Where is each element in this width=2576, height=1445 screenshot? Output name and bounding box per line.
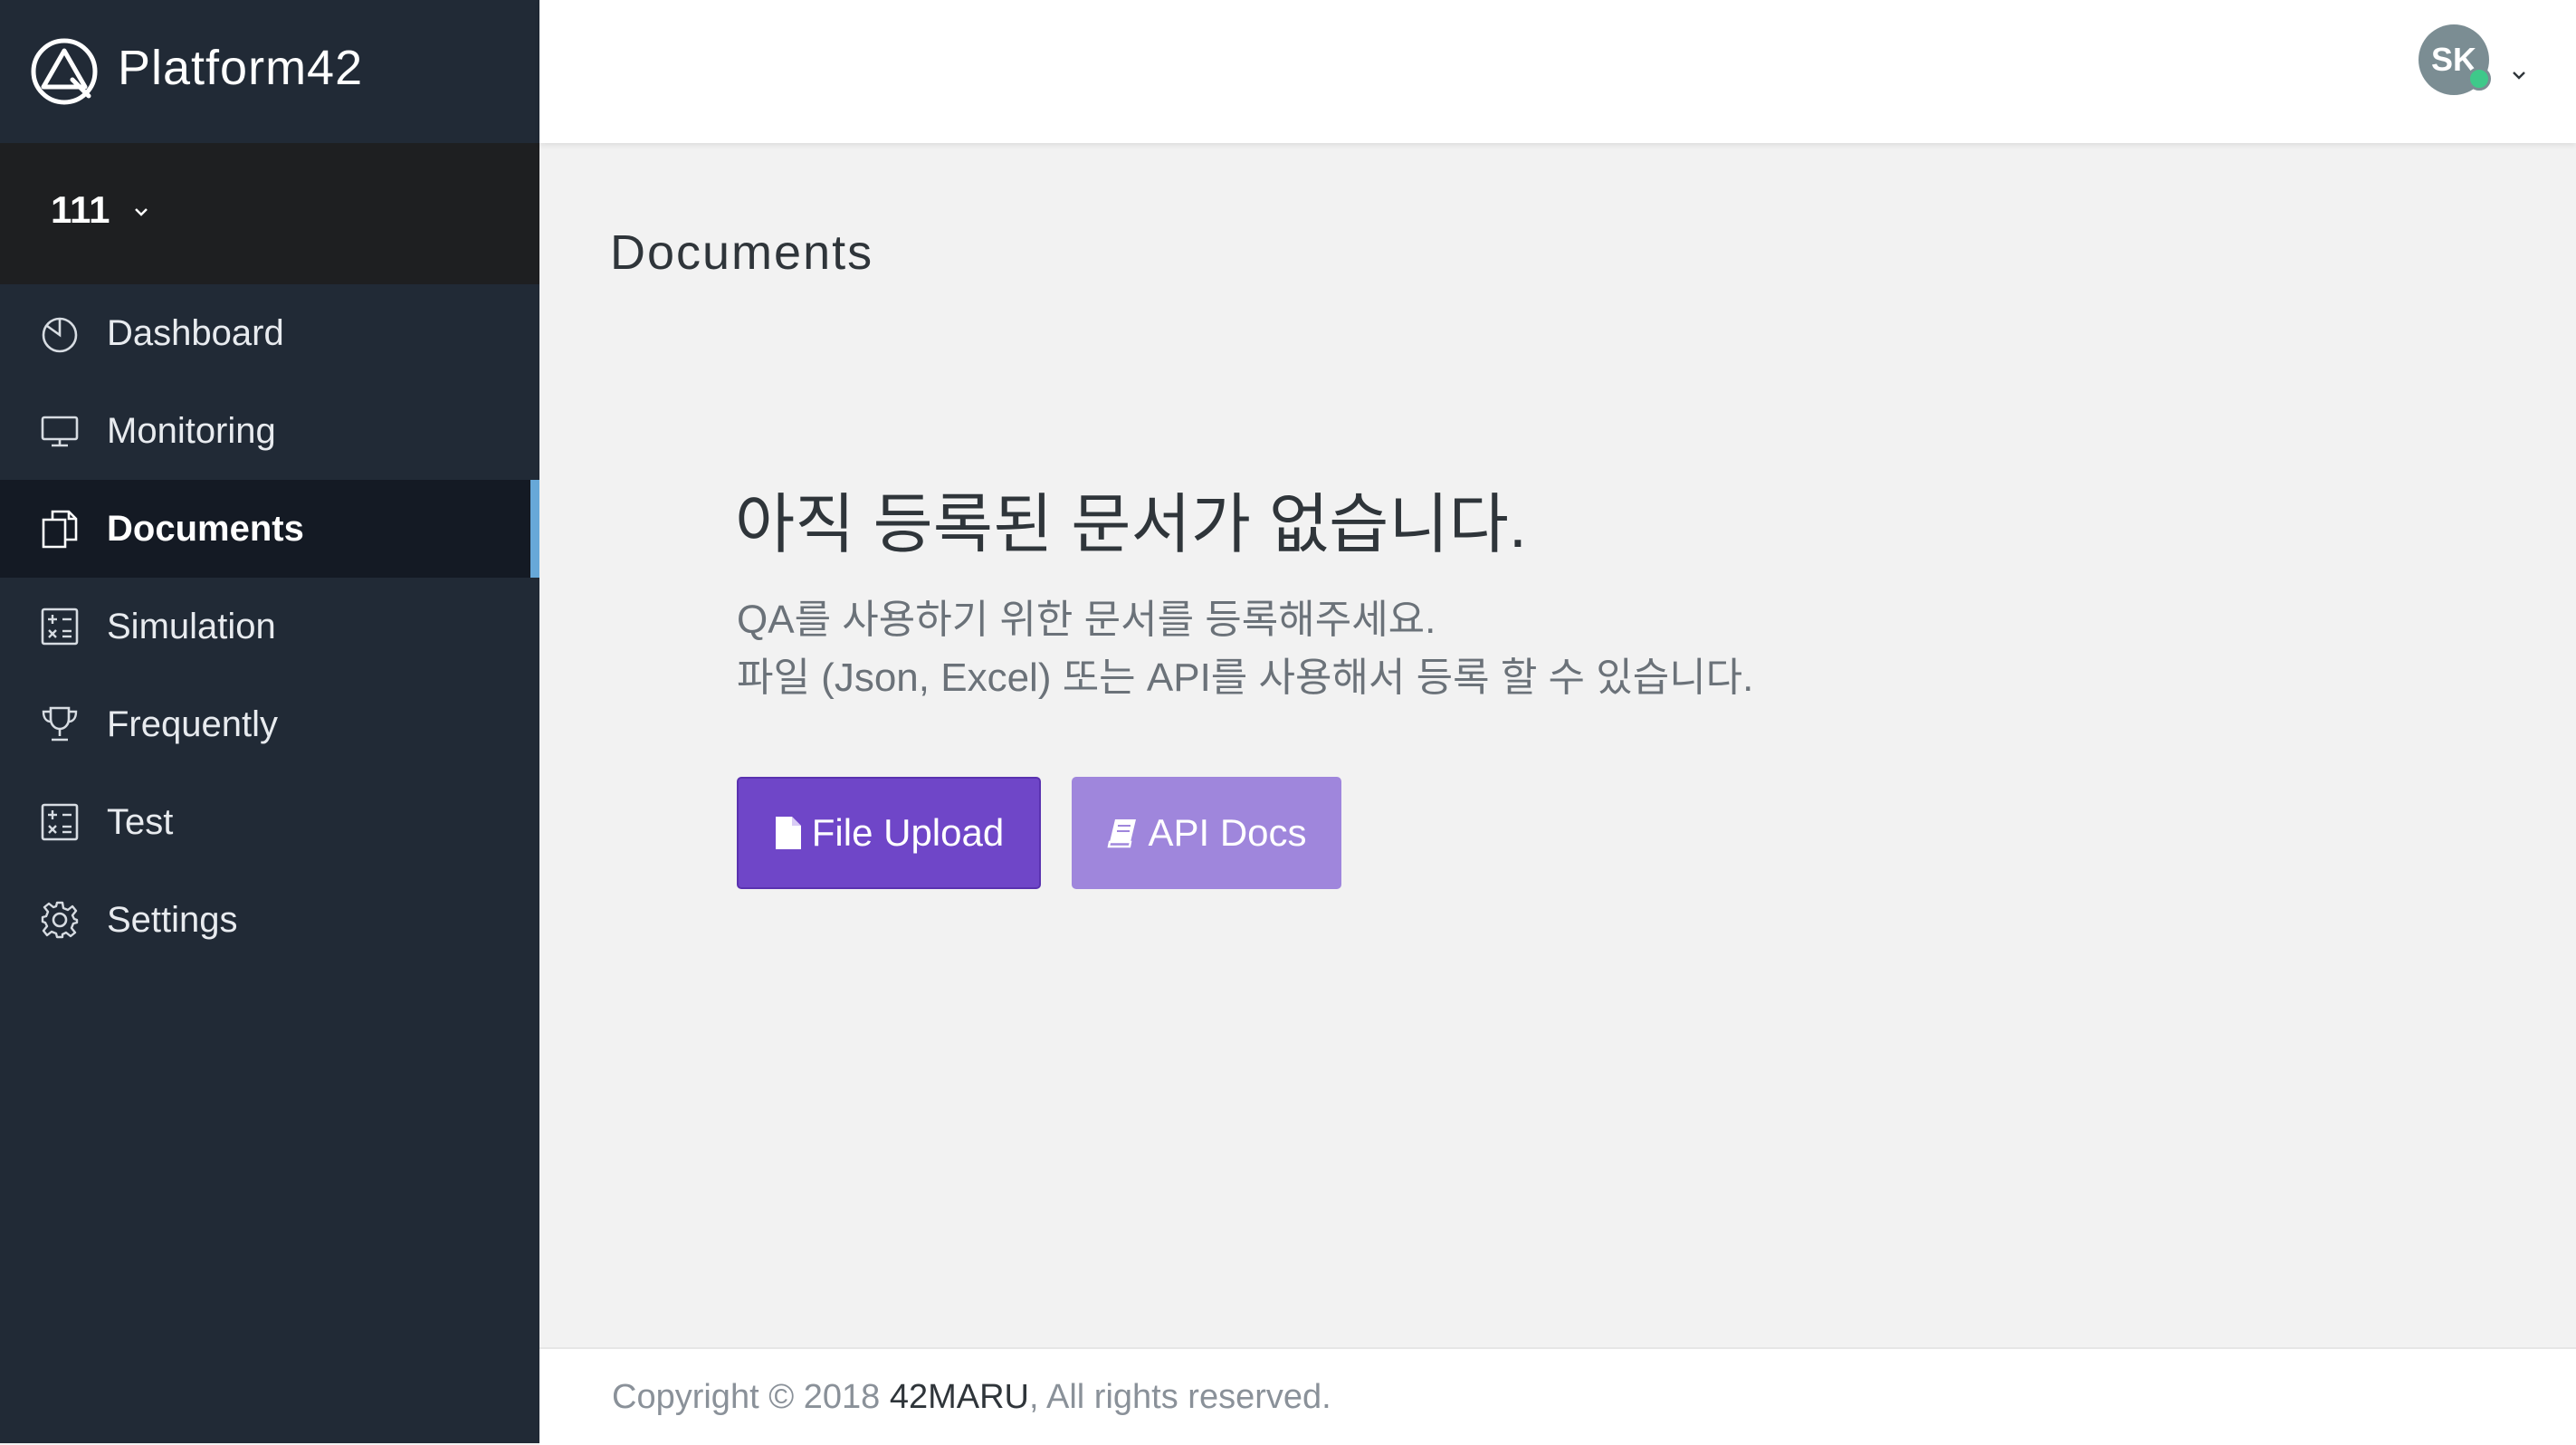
copyright-prefix: Copyright © 2018 (612, 1378, 890, 1416)
footer: Copyright © 2018 42MARU, All rights rese… (539, 1347, 2576, 1445)
sidebar-item-settings[interactable]: Settings (0, 871, 539, 969)
trophy-icon (42, 706, 78, 742)
sidebar-item-label: Documents (107, 509, 304, 549)
copyright-suffix: , All rights reserved. (1029, 1378, 1331, 1416)
file-upload-button[interactable]: File Upload (737, 777, 1041, 889)
api-docs-label: API Docs (1148, 811, 1307, 854)
pie-chart-icon (42, 317, 78, 353)
empty-state-description: 파일 (Json, Excel) 또는 API를 사용해서 등록 할 수 있습니… (737, 656, 1754, 700)
calculator-icon (41, 608, 79, 646)
sidebar-item-monitoring[interactable]: Monitoring (0, 382, 539, 480)
company-link[interactable]: 42MARU (890, 1378, 1029, 1416)
sidebar-item-test[interactable]: Test (0, 773, 539, 871)
sidebar-item-simulation[interactable]: Simulation (0, 578, 539, 675)
sidebar-item-label: Monitoring (107, 411, 276, 451)
sidebar-item-documents[interactable]: Documents (0, 480, 539, 578)
empty-state-description: QA를 사용하기 위한 문서를 등록해주세요. (737, 598, 1436, 642)
chevron-down-icon (135, 208, 148, 216)
platform42-logo-icon (31, 38, 98, 105)
brand-name: Platform42 (118, 41, 364, 95)
project-selector[interactable]: 111 (0, 143, 539, 284)
copyright-text: Copyright © 2018 42MARU, All rights rese… (612, 1378, 1331, 1417)
monitor-icon (41, 416, 79, 447)
file-upload-label: File Upload (811, 811, 1005, 854)
book-icon (1108, 819, 1137, 848)
sidebar-item-label: Frequently (107, 704, 278, 744)
empty-state-title: 아직 등록된 문서가 없습니다. (735, 489, 1527, 561)
sidebar-item-dashboard[interactable]: Dashboard (0, 284, 539, 382)
sidebar-item-label: Test (107, 802, 174, 842)
page-title: Documents (610, 225, 874, 280)
calculator-icon (41, 803, 79, 841)
sidebar-item-label: Simulation (107, 607, 276, 646)
gear-icon (41, 901, 79, 939)
sidebar: Platform42 111 Dashboard Monitoring Docu… (0, 0, 539, 1443)
sidebar-item-label: Dashboard (107, 313, 284, 353)
brand[interactable]: Platform42 (0, 0, 539, 143)
top-header (539, 0, 2576, 143)
online-status-icon (2467, 67, 2491, 91)
sidebar-item-label: Settings (107, 900, 238, 940)
documents-icon (42, 510, 78, 549)
chevron-down-icon[interactable] (2509, 65, 2529, 85)
api-docs-button[interactable]: API Docs (1072, 777, 1341, 889)
sidebar-item-frequently[interactable]: Frequently (0, 675, 539, 773)
sidebar-nav: Dashboard Monitoring Documents Simulatio… (0, 284, 539, 969)
file-icon (775, 817, 801, 849)
project-name: 111 (51, 188, 110, 231)
